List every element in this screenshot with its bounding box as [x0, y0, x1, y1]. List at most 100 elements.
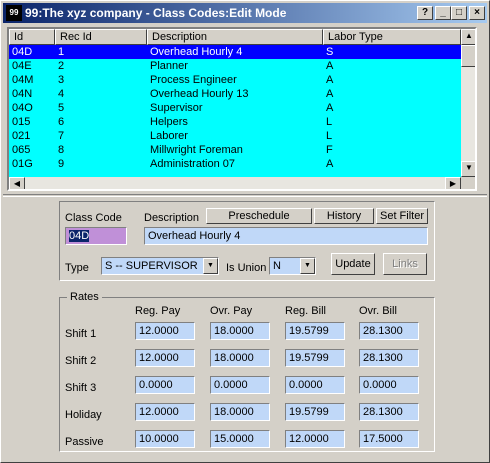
table-row[interactable]: 015 6 Helpers L — [9, 115, 461, 129]
help-button[interactable]: ? — [417, 6, 433, 20]
chevron-down-icon[interactable]: ▼ — [203, 258, 218, 274]
rate-ovr-bill-field[interactable]: 28.1300 — [359, 349, 419, 367]
scroll-left-icon[interactable]: ◀ — [9, 177, 25, 189]
horizontal-scrollbar[interactable]: ◀ ▶ — [9, 177, 461, 189]
row-id: 04N — [12, 88, 33, 100]
table-row[interactable]: 021 7 Laborer L — [9, 129, 461, 143]
row-labor-type: L — [326, 116, 333, 128]
scroll-up-icon[interactable]: ▲ — [461, 29, 475, 45]
app-icon[interactable]: 99 — [6, 5, 22, 21]
rate-reg-bill-field[interactable]: 19.5799 — [285, 349, 345, 367]
rate-ovr-bill-field[interactable]: 17.5000 — [359, 430, 419, 448]
type-select[interactable]: S -- SUPERVISOR ▼ — [101, 257, 219, 275]
rates-header-reg-bill: Reg. Bill — [285, 305, 326, 317]
rate-ovr-bill-field[interactable]: 0.0000 — [359, 376, 419, 394]
row-id: 021 — [12, 130, 31, 142]
rate-ovr-pay-field[interactable]: 18.0000 — [210, 322, 270, 340]
rate-reg-bill-field[interactable]: 19.5799 — [285, 322, 345, 340]
rate-reg-pay-field[interactable]: 12.0000 — [135, 322, 195, 340]
rates-header-reg-pay: Reg. Pay — [135, 305, 181, 317]
rate-ovr-bill-field[interactable]: 28.1300 — [359, 322, 419, 340]
row-description: Laborer — [150, 130, 188, 142]
row-id: 01G — [12, 158, 33, 170]
rates-row-label: Shift 2 — [65, 355, 97, 367]
links-button[interactable]: Links — [383, 253, 427, 275]
vertical-scrollbar[interactable]: ▲ ▼ — [461, 29, 475, 177]
scroll-down-icon[interactable]: ▼ — [461, 161, 475, 177]
grid-header: Id Rec Id Description Labor Type — [9, 29, 461, 45]
row-description: Overhead Hourly 4 — [150, 46, 243, 58]
rate-reg-pay-field[interactable]: 10.0000 — [135, 430, 195, 448]
scroll-right-icon[interactable]: ▶ — [445, 177, 461, 189]
type-select-value: S -- SUPERVISOR — [105, 260, 198, 272]
rates-group — [59, 297, 435, 452]
row-id: 065 — [12, 144, 31, 156]
row-labor-type: A — [326, 158, 334, 170]
rate-reg-bill-field[interactable]: 19.5799 — [285, 403, 345, 421]
rates-row-label: Passive — [65, 436, 104, 448]
row-rec-id: 2 — [58, 60, 65, 72]
rate-reg-bill-field[interactable]: 12.0000 — [285, 430, 345, 448]
rates-header-ovr-bill: Ovr. Bill — [359, 305, 397, 317]
rate-reg-pay-field[interactable]: 12.0000 — [135, 349, 195, 367]
row-description: Overhead Hourly 13 — [150, 88, 249, 100]
row-labor-type: A — [326, 102, 334, 114]
table-row[interactable]: 065 8 Millwright Foreman F — [9, 143, 461, 157]
rates-row-label: Shift 3 — [65, 382, 97, 394]
rate-ovr-pay-field[interactable]: 0.0000 — [210, 376, 270, 394]
rate-reg-pay-field[interactable]: 0.0000 — [135, 376, 195, 394]
set-filter-button[interactable]: Set Filter — [376, 208, 428, 224]
minimize-button[interactable]: _ — [435, 6, 451, 20]
vertical-scroll-thumb[interactable] — [461, 45, 475, 67]
row-labor-type: A — [326, 88, 334, 100]
row-rec-id: 6 — [58, 116, 65, 128]
rate-ovr-pay-field[interactable]: 18.0000 — [210, 403, 270, 421]
row-description: Supervisor — [150, 102, 203, 114]
chevron-down-icon[interactable]: ▼ — [300, 258, 315, 274]
title-bar[interactable]: 99 99:The xyz company - Class Codes:Edit… — [3, 3, 487, 23]
row-id: 04O — [12, 102, 33, 114]
description-field[interactable]: Overhead Hourly 4 — [144, 227, 428, 245]
close-button[interactable]: × — [469, 6, 485, 20]
class-code-value: 04D — [69, 230, 90, 242]
splitter[interactable] — [3, 194, 487, 197]
row-description: Helpers — [150, 116, 188, 128]
rate-reg-bill-field[interactable]: 0.0000 — [285, 376, 345, 394]
rate-ovr-pay-field[interactable]: 15.0000 — [210, 430, 270, 448]
class-code-field[interactable]: 04D — [65, 227, 127, 245]
row-rec-id: 4 — [58, 88, 65, 100]
table-row[interactable]: 04M 3 Process Engineer A — [9, 73, 461, 87]
row-description: Process Engineer — [150, 74, 237, 86]
row-rec-id: 1 — [58, 46, 65, 58]
table-row[interactable]: 01G 9 Administration 07 A — [9, 157, 461, 171]
table-row[interactable]: 04O 5 Supervisor A — [9, 101, 461, 115]
row-rec-id: 8 — [58, 144, 65, 156]
row-labor-type: S — [326, 46, 334, 58]
is-union-select[interactable]: N ▼ — [269, 257, 316, 275]
column-header-id[interactable]: Id — [9, 29, 55, 45]
table-row[interactable]: 04E 2 Planner A — [9, 59, 461, 73]
maximize-button[interactable]: □ — [451, 6, 467, 20]
rate-reg-pay-field[interactable]: 12.0000 — [135, 403, 195, 421]
row-description: Administration 07 — [150, 158, 235, 170]
window-title: 99:The xyz company - Class Codes:Edit Mo… — [25, 6, 287, 20]
update-button[interactable]: Update — [331, 253, 375, 275]
main-window: 99 99:The xyz company - Class Codes:Edit… — [0, 0, 490, 463]
table-row[interactable]: 04N 4 Overhead Hourly 13 A — [9, 87, 461, 101]
table-row[interactable]: 04D 1 Overhead Hourly 4 S — [9, 45, 461, 59]
row-id: 015 — [12, 116, 31, 128]
column-header-description[interactable]: Description — [147, 29, 323, 45]
preschedule-button[interactable]: Preschedule — [206, 208, 312, 224]
rate-ovr-pay-field[interactable]: 18.0000 — [210, 349, 270, 367]
history-button[interactable]: History — [314, 208, 374, 224]
row-description: Planner — [150, 60, 188, 72]
class-codes-grid[interactable]: Id Rec Id Description Labor Type 04D 1 Ove… — [7, 27, 477, 191]
rates-group-title: Rates — [67, 291, 102, 303]
row-description: Millwright Foreman — [150, 144, 243, 156]
column-header-labor-type[interactable]: Labor Type — [323, 29, 461, 45]
column-header-rec-id[interactable]: Rec Id — [55, 29, 147, 45]
description-label: Description — [144, 212, 200, 224]
rate-ovr-bill-field[interactable]: 28.1300 — [359, 403, 419, 421]
row-rec-id: 7 — [58, 130, 65, 142]
row-labor-type: L — [326, 130, 333, 142]
